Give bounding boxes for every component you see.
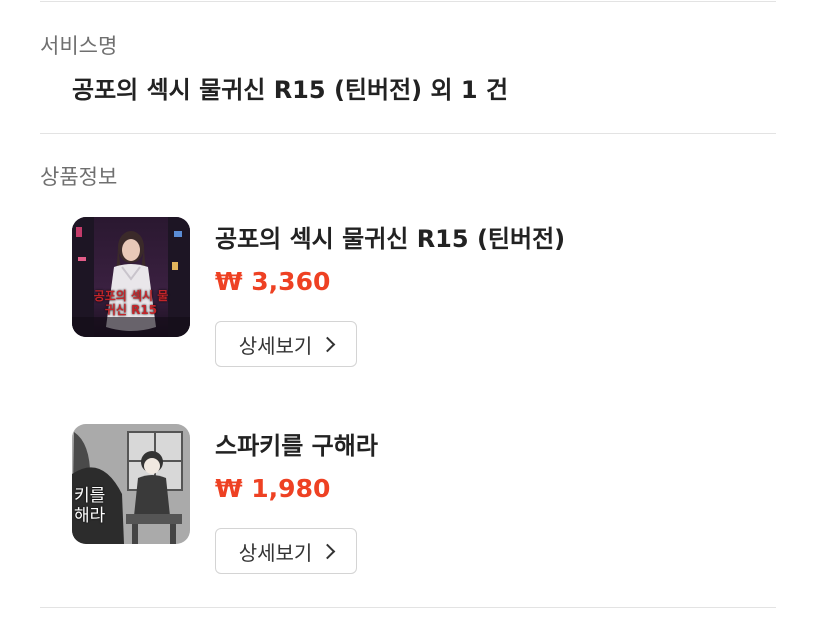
- detail-view-button[interactable]: 상세보기: [215, 528, 357, 574]
- top-divider: [40, 1, 776, 2]
- chevron-right-icon: [320, 543, 336, 559]
- product-price: ₩ 3,360: [215, 267, 331, 296]
- product-title[interactable]: 공포의 섹시 물귀신 R15 (틴버전): [215, 219, 565, 254]
- thumbnail-art: [72, 424, 190, 544]
- product-item: 공포의 섹시 물귀신 R15 공포의 섹시 물귀신 R15 (틴버전) ₩ 3,…: [72, 217, 772, 377]
- detail-view-label: 상세보기: [238, 333, 313, 358]
- chevron-right-icon: [320, 336, 336, 352]
- product-thumbnail[interactable]: 공포의 섹시 물귀신 R15: [72, 217, 190, 337]
- product-price: ₩ 1,980: [215, 474, 331, 503]
- product-info-label: 상품정보: [40, 165, 118, 189]
- product-title[interactable]: 스파키를 구해라: [215, 426, 378, 461]
- service-label: 서비스명: [40, 34, 118, 58]
- section-divider: [40, 133, 776, 134]
- thumbnail-caption: 키를 해라: [74, 486, 106, 526]
- product-thumbnail[interactable]: 키를 해라: [72, 424, 190, 544]
- thumbnail-art: [72, 217, 190, 337]
- detail-view-button[interactable]: 상세보기: [215, 321, 357, 367]
- product-item: 키를 해라 스파키를 구해라 ₩ 1,980 상세보기: [72, 424, 772, 584]
- detail-view-label: 상세보기: [238, 540, 313, 565]
- bottom-divider: [40, 607, 776, 608]
- thumbnail-caption: 공포의 섹시 물귀신 R15: [93, 289, 169, 317]
- service-name: 공포의 섹시 물귀신 R15 (틴버전) 외 1 건: [72, 76, 509, 104]
